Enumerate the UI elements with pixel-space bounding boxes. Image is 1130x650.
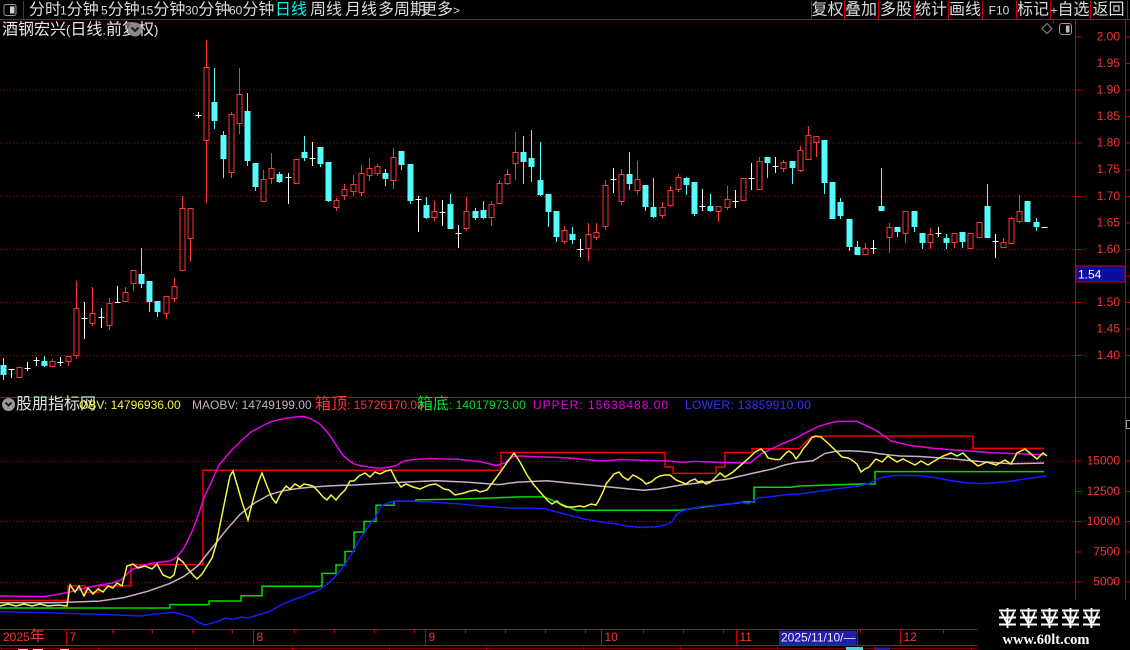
svg-text:1.45: 1.45 [1097, 322, 1121, 336]
svg-text:7500: 7500 [1093, 544, 1120, 558]
svg-text:+自选: +自选 [1050, 1, 1089, 19]
svg-text:1.65: 1.65 [1097, 215, 1121, 229]
svg-text:7: 7 [70, 630, 77, 644]
svg-text:画线: 画线 [949, 1, 981, 19]
svg-text:1分钟: 1分钟 [60, 1, 99, 19]
svg-text:12500: 12500 [1087, 484, 1121, 498]
svg-text:60分钟: 60分钟 [229, 1, 274, 19]
svg-text:1.95: 1.95 [1097, 56, 1121, 70]
svg-text:15分钟: 15分钟 [140, 1, 185, 19]
svg-text:日线: 日线 [275, 1, 307, 19]
svg-text:F10: F10 [989, 4, 1010, 18]
svg-text:1.70: 1.70 [1097, 189, 1121, 203]
svg-text:1.60: 1.60 [1097, 242, 1121, 256]
svg-text:2.00: 2.00 [1097, 30, 1121, 44]
svg-text:LOWER: 13859910.00: LOWER: 13859910.00 [685, 398, 811, 412]
svg-text:叠加: 叠加 [845, 1, 877, 19]
svg-text:2025/11/10/—: 2025/11/10/— [781, 631, 856, 645]
svg-text:1.90: 1.90 [1097, 83, 1121, 97]
svg-text:月线: 月线 [345, 1, 377, 19]
svg-text:5分钟: 5分钟 [101, 1, 140, 19]
svg-text:10: 10 [605, 630, 619, 644]
svg-text:周线: 周线 [310, 1, 342, 19]
svg-text:8: 8 [257, 630, 264, 644]
svg-text:分时: 分时 [29, 1, 61, 19]
svg-text:1.50: 1.50 [1097, 295, 1121, 309]
svg-text:11: 11 [740, 630, 753, 644]
svg-text:返回: 返回 [1092, 1, 1124, 19]
svg-text:www.60lt.com: www.60lt.com [1003, 632, 1090, 648]
svg-text:箱底: 14017973.00: 箱底: 14017973.00 [417, 395, 526, 413]
svg-text:5000: 5000 [1093, 575, 1120, 589]
svg-text:30分钟: 30分钟 [185, 1, 230, 19]
svg-text:15000: 15000 [1087, 454, 1121, 468]
svg-text:10000: 10000 [1087, 514, 1121, 528]
svg-text:复权: 复权 [811, 1, 843, 19]
svg-text:1.75: 1.75 [1097, 162, 1121, 176]
svg-text:1.40: 1.40 [1097, 348, 1121, 362]
svg-text:UPPER: 15638488.00: UPPER: 15638488.00 [533, 398, 669, 412]
svg-text:MAOBV: 14749199.00: MAOBV: 14749199.00 [192, 398, 312, 412]
svg-text:1.85: 1.85 [1097, 109, 1121, 123]
svg-text:2025年: 2025年 [3, 628, 45, 645]
svg-text:9: 9 [429, 630, 436, 644]
svg-text:多股: 多股 [880, 1, 912, 19]
svg-text:1.54: 1.54 [1078, 268, 1102, 282]
svg-text:标记: 标记 [1017, 1, 1049, 19]
svg-text:OBV: 14796936.00: OBV: 14796936.00 [79, 398, 181, 412]
svg-text:12: 12 [904, 630, 918, 644]
svg-text:1.80: 1.80 [1097, 136, 1121, 150]
svg-text:更多>: 更多> [421, 1, 460, 19]
svg-text:多周期: 多周期 [378, 1, 426, 19]
svg-text:统计: 统计 [915, 1, 947, 19]
svg-text:箱顶: 15726170.00: 箱顶: 15726170.00 [315, 395, 424, 413]
